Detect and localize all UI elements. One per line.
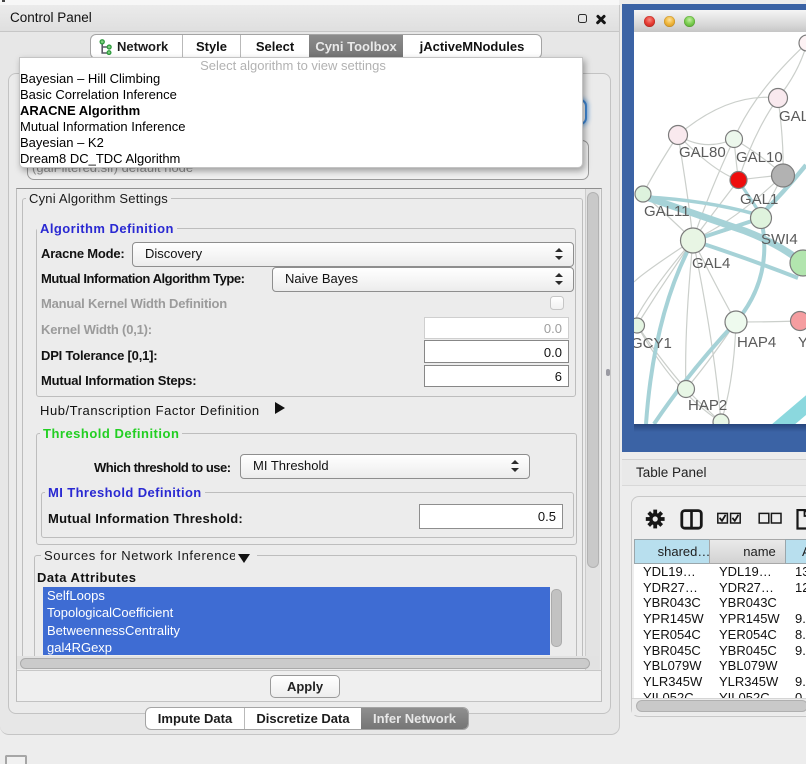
svg-text:SWI4: SWI4 [761,231,798,248]
svg-text:YM: YM [798,334,806,351]
svg-text:HAP2: HAP2 [688,397,727,414]
svg-text:GAL11: GAL11 [644,203,690,220]
svg-text:GAL80: GAL80 [679,144,726,161]
svg-text:GAL10: GAL10 [736,149,783,166]
svg-text:GCY1: GCY1 [634,335,672,352]
svg-text:GAL1: GAL1 [740,191,778,208]
svg-text:HAP4: HAP4 [737,334,776,351]
svg-text:GAL4: GAL4 [692,255,730,272]
svg-text:GAL7: GAL7 [779,108,806,125]
